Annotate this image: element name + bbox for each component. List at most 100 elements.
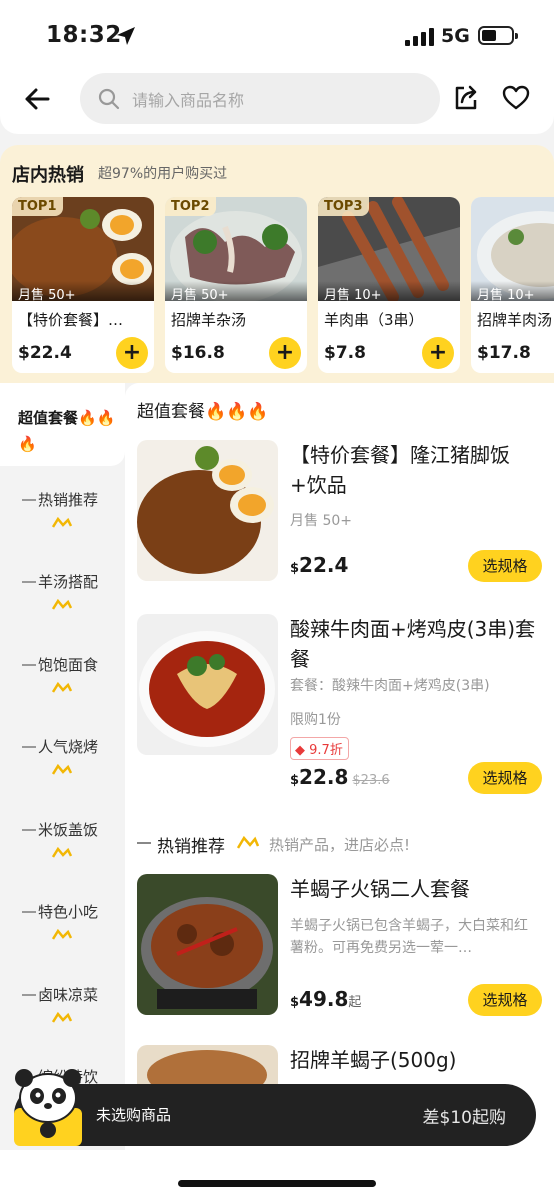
dash-icon	[22, 746, 36, 748]
sidebar-item[interactable]: 卤味凉菜	[22, 984, 117, 1044]
hot-card-name: 招牌羊肉汤	[477, 311, 553, 329]
section-subtitle: 热销产品，进店必点!	[269, 836, 411, 854]
item-desc: 羊蝎子火锅已包含羊蝎子，大白菜和红薯粉。可再免费另选一荤一…	[290, 918, 528, 956]
wave-icon	[52, 764, 72, 775]
min-order-label: 差$10起购	[422, 1108, 506, 1128]
sidebar-item-label: 特色小吃	[38, 903, 99, 921]
hot-sales-section: 店内热销 超97%的用户购买过 TOP1 月售 50+ 【特价套餐】… $22.…	[0, 145, 554, 383]
select-spec-button[interactable]: 选规格	[468, 984, 542, 1016]
wave-icon	[52, 1012, 72, 1023]
sidebar-item[interactable]: 人气烧烤	[22, 736, 117, 796]
select-spec-button[interactable]: 选规格	[468, 550, 542, 582]
wave-icon	[52, 599, 72, 610]
hot-card-name: 羊肉串（3串）	[324, 311, 424, 329]
food-image	[137, 614, 278, 755]
sidebar-item[interactable]: 饱饱面食	[22, 654, 117, 714]
discount-badge: ◆ 9.7折	[290, 737, 349, 760]
rank-badge: TOP2	[165, 197, 216, 216]
hot-subtitle: 超97%的用户购买过	[98, 166, 228, 182]
menu-item[interactable]: 【特价套餐】隆江猪脚饭+饮品 月售 50+ $22.4 选规格	[137, 440, 542, 582]
share-icon[interactable]	[452, 84, 480, 112]
dash-icon	[22, 994, 36, 996]
hot-card[interactable]: TOP2 月售 50+ 招牌羊杂汤 $16.8 +	[165, 197, 307, 373]
item-name: 招牌羊蝎子(500g)	[290, 1048, 457, 1072]
sidebar-item-label: 卤味凉菜	[38, 986, 99, 1004]
add-to-cart-button[interactable]: +	[422, 337, 454, 369]
cart-bar[interactable]: 未选购商品 差$10起购	[14, 1084, 536, 1146]
monthly-sales: 月售 10+	[471, 281, 554, 303]
sidebar-item[interactable]: 特色小吃	[22, 901, 117, 961]
menu-item[interactable]: 羊蝎子火锅二人套餐 羊蝎子火锅已包含羊蝎子，大白菜和红薯粉。可再免费另选一荤一……	[137, 874, 542, 1016]
back-arrow-icon[interactable]	[22, 84, 52, 114]
sidebar-item[interactable]: 羊汤搭配	[22, 571, 117, 631]
search-icon	[98, 88, 120, 110]
hot-card[interactable]: TOP3 月售 10+ 羊肉串（3串） $7.8 +	[318, 197, 460, 373]
section-title: 热销推荐	[157, 837, 225, 857]
search-input[interactable]: 请输入商品名称	[80, 73, 440, 124]
home-indicator	[178, 1180, 376, 1187]
network-type: 5G	[441, 25, 470, 47]
home-indicator-area	[0, 1150, 554, 1200]
item-price: $22.4	[290, 553, 349, 577]
cart-status: 未选购商品	[96, 1106, 172, 1124]
hot-card-price: $7.8	[324, 343, 366, 363]
dash-icon	[22, 829, 36, 831]
dash-icon	[22, 499, 36, 501]
item-name: 酸辣牛肉面+烤鸡皮(3串)套餐	[290, 617, 536, 671]
item-desc: 套餐：酸辣牛肉面+烤鸡皮(3串)	[290, 678, 490, 694]
wave-icon	[52, 517, 72, 528]
monthly-sales: 月售 10+	[318, 281, 460, 303]
sidebar-item[interactable]: 米饭盖饭	[22, 819, 117, 879]
item-name: 【特价套餐】隆江猪脚饭+饮品	[290, 443, 510, 497]
wave-icon	[52, 929, 72, 940]
rank-badge: TOP1	[12, 197, 63, 216]
sidebar-item[interactable]: 热销推荐	[22, 489, 117, 549]
hot-card-price: $22.4	[18, 343, 72, 363]
rank-badge: TOP3	[318, 197, 369, 216]
menu-list: 超值套餐🔥🔥🔥 【特价套餐】隆江猪脚饭+饮品 月售 50+ $22.4 选规格 …	[125, 383, 554, 1200]
wave-icon	[237, 836, 259, 849]
sidebar-item-label: 米饭盖饭	[38, 821, 99, 839]
dash-icon	[22, 911, 36, 913]
section-title: 超值套餐🔥🔥🔥	[137, 402, 269, 422]
panda-cart-icon[interactable]	[8, 1064, 88, 1150]
hot-card[interactable]: TOP1 月售 50+ 【特价套餐】… $22.4 +	[12, 197, 154, 373]
add-to-cart-button[interactable]: +	[116, 337, 148, 369]
sidebar-item-label: 热销推荐	[38, 491, 99, 509]
status-time: 18:32	[46, 22, 122, 48]
food-image	[137, 440, 278, 581]
hot-card[interactable]: 月售 10+ 招牌羊肉汤 $17.8	[471, 197, 554, 373]
hot-card-price: $17.8	[477, 343, 531, 363]
item-name: 羊蝎子火锅二人套餐	[290, 877, 470, 901]
search-placeholder: 请输入商品名称	[132, 91, 245, 110]
sidebar-item-label: 超值套餐🔥🔥🔥	[18, 409, 116, 453]
sidebar-item-label: 饱饱面食	[38, 656, 99, 674]
purchase-limit: 限购1份	[290, 712, 341, 728]
item-price: $49.8起	[290, 987, 362, 1011]
sidebar-item-label: 人气烧烤	[38, 738, 99, 756]
wave-icon	[52, 682, 72, 693]
sidebar-item-label: 羊汤搭配	[38, 573, 99, 591]
menu-item[interactable]: 酸辣牛肉面+烤鸡皮(3串)套餐 套餐：酸辣牛肉面+烤鸡皮(3串) 限购1份 ◆ …	[137, 614, 542, 794]
dash-icon	[22, 581, 36, 583]
food-image	[137, 874, 278, 1015]
monthly-sales: 月售 50+	[165, 281, 307, 303]
hot-card-name: 招牌羊杂汤	[171, 311, 247, 329]
location-arrow-icon	[117, 27, 135, 45]
dash-icon	[22, 664, 36, 666]
signal-icon	[405, 28, 434, 46]
wave-icon	[52, 847, 72, 858]
hot-card-name: 【特价套餐】…	[18, 311, 124, 329]
hot-title: 店内热销	[12, 165, 84, 186]
dash-icon	[137, 842, 151, 844]
add-to-cart-button[interactable]: +	[269, 337, 301, 369]
select-spec-button[interactable]: 选规格	[468, 762, 542, 794]
status-bar: 18:32 5G	[0, 0, 554, 70]
battery-icon	[478, 26, 518, 45]
heart-icon[interactable]	[502, 84, 530, 112]
section-header: 热销推荐 热销产品，进店必点!	[137, 832, 537, 857]
item-price: $22.8 $23.6	[290, 765, 390, 789]
monthly-sales: 月售 50+	[12, 281, 154, 303]
hot-card-price: $16.8	[171, 343, 225, 363]
sidebar-item-active[interactable]: 超值套餐🔥🔥🔥	[0, 383, 125, 466]
